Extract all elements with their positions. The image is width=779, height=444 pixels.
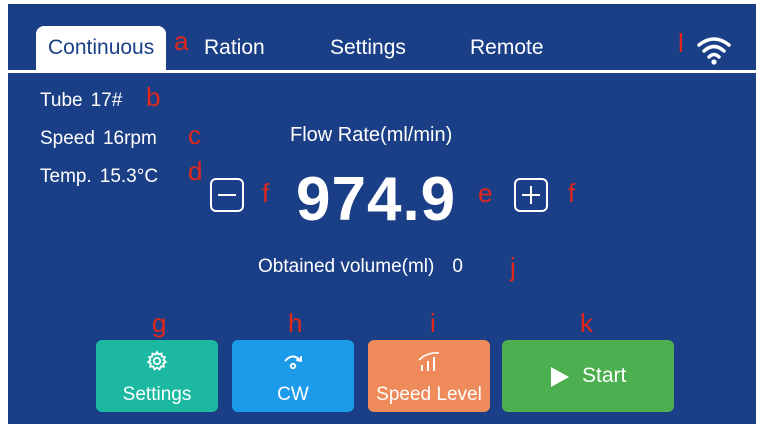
minus-icon	[218, 194, 236, 196]
tab-continuous[interactable]: Continuous	[36, 26, 167, 70]
obtained-volume: Obtained volume(ml) 0	[258, 256, 463, 278]
tab-ration[interactable]: Ration	[204, 26, 265, 70]
speed-label: Speed	[40, 128, 95, 149]
annotation-f-left: f	[262, 178, 270, 208]
increase-button[interactable]	[514, 178, 548, 212]
annotation-a: a	[174, 26, 189, 56]
play-icon	[551, 367, 569, 387]
direction-button[interactable]: CW	[232, 340, 354, 412]
direction-button-label: CW	[277, 384, 309, 405]
annotation-i: i	[430, 308, 436, 338]
temp-value: 15.3°C	[99, 166, 159, 187]
tab-settings[interactable]: Settings	[330, 26, 406, 70]
speed-info: Speed 16rpm	[40, 128, 157, 150]
annotation-l: l	[678, 28, 684, 58]
start-button-label: Start	[582, 364, 627, 387]
decrease-button[interactable]	[210, 178, 244, 212]
obtained-volume-label: Obtained volume(ml)	[258, 256, 435, 277]
annotation-f-right: f	[568, 178, 576, 208]
annotation-j: j	[510, 252, 516, 282]
tube-info: Tube 17#	[40, 90, 122, 112]
temp-label: Temp.	[40, 166, 92, 187]
start-button[interactable]: Start	[502, 340, 674, 412]
speed-level-button[interactable]: Speed Level	[368, 340, 490, 412]
annotation-k: k	[580, 308, 593, 338]
obtained-volume-value: 0	[452, 256, 463, 277]
tab-remote[interactable]: Remote	[470, 26, 544, 70]
signal-bars-icon	[368, 350, 490, 377]
settings-button[interactable]: Settings	[96, 340, 218, 412]
annotation-b: b	[146, 82, 161, 112]
flow-rate-label: Flow Rate(ml/min)	[290, 124, 453, 146]
tab-underline	[8, 70, 756, 73]
tab-bar: Continuous Ration Settings Remote	[8, 4, 756, 73]
gear-icon	[96, 350, 218, 377]
annotation-c: c	[188, 120, 201, 150]
speed-level-button-label: Speed Level	[376, 384, 482, 405]
annotation-d: d	[188, 156, 203, 186]
annotation-e: e	[478, 178, 493, 208]
speed-value: 16rpm	[102, 128, 157, 149]
tube-value: 17#	[90, 90, 123, 111]
annotation-g: g	[152, 308, 167, 338]
pump-screen: Continuous Ration Settings Remote Tube 17…	[8, 4, 756, 424]
temp-info: Temp. 15.3°C	[40, 166, 158, 188]
rotate-cw-icon	[232, 350, 354, 377]
settings-button-label: Settings	[122, 384, 192, 405]
wifi-icon	[697, 37, 731, 65]
flow-rate-value[interactable]: 974.9	[296, 164, 456, 235]
annotation-h: h	[288, 308, 303, 338]
tube-label: Tube	[40, 90, 83, 111]
